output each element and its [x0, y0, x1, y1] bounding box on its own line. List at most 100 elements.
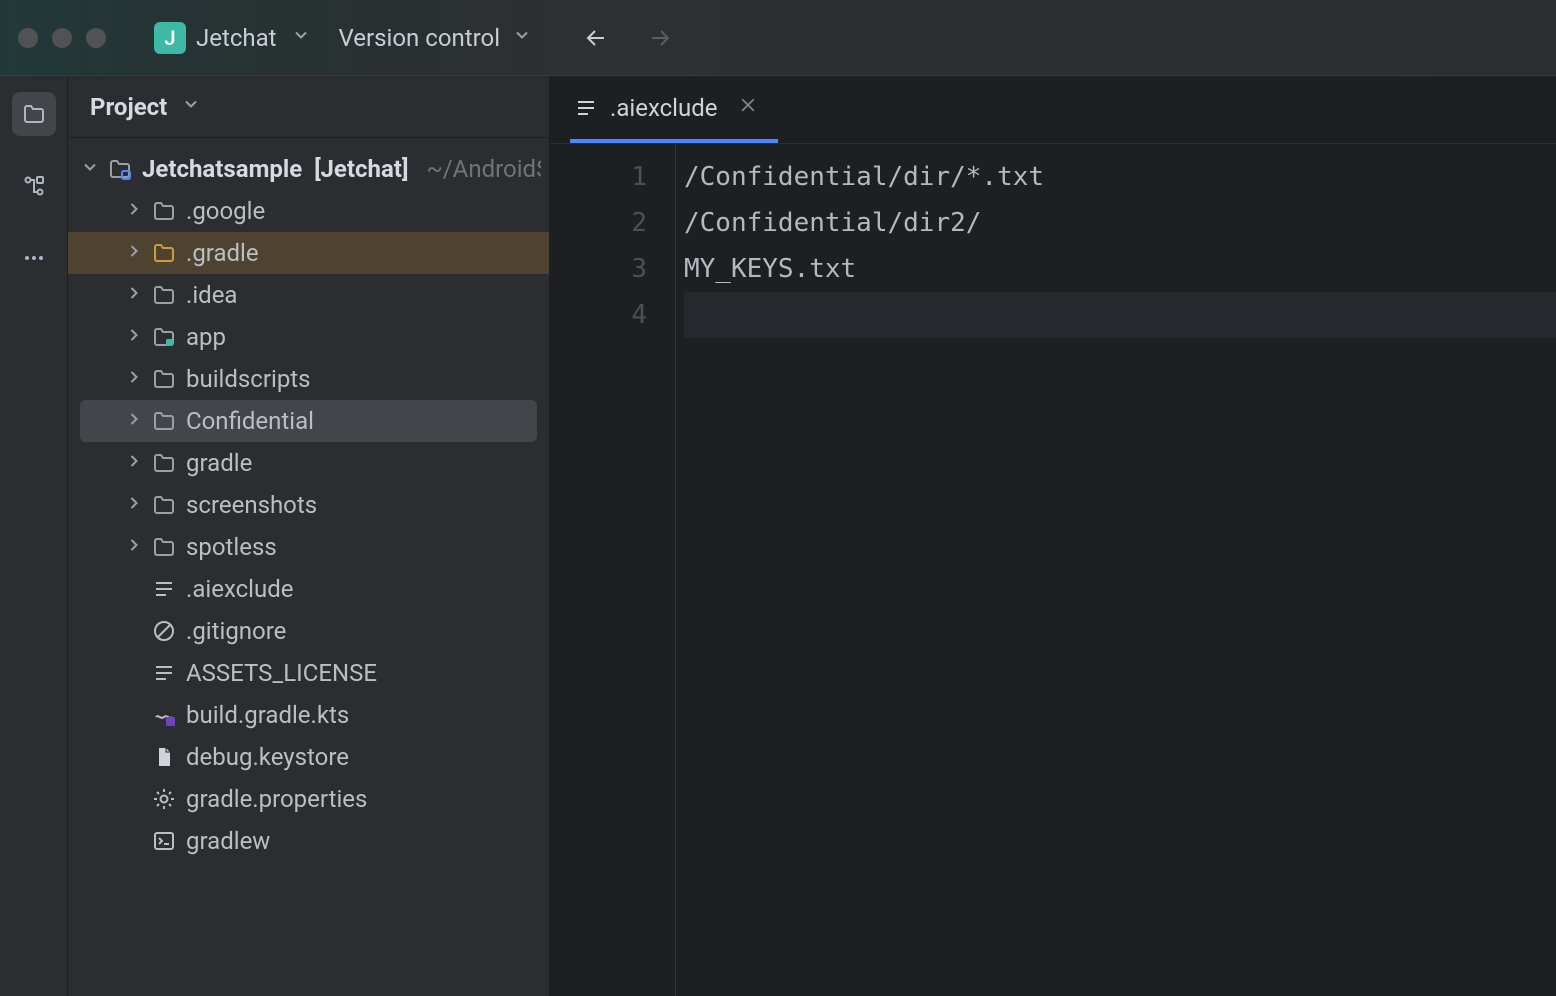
close-window-icon[interactable]: [18, 28, 38, 48]
chevron-right-icon[interactable]: [124, 283, 142, 307]
lines-icon: [152, 577, 176, 601]
tab-label: .aiexclude: [610, 94, 718, 122]
gear-icon: [152, 787, 176, 811]
title-bar: J Jetchat Version control: [0, 0, 1556, 76]
folder-icon: [152, 493, 176, 517]
circle-slash-icon: [152, 619, 176, 643]
project-badge-icon: J: [154, 22, 186, 54]
code-line[interactable]: [684, 292, 1556, 338]
tree-item[interactable]: gradlew: [68, 820, 549, 862]
chevron-right-icon[interactable]: [124, 409, 142, 433]
tree-item-label: gradle: [186, 449, 252, 477]
tree-item[interactable]: app: [68, 316, 549, 358]
kts-icon: [152, 703, 176, 727]
tab-aiexclude[interactable]: .aiexclude: [570, 76, 778, 143]
line-number: 3: [550, 246, 675, 292]
tree-item-label: Confidential: [186, 407, 314, 435]
tree-item-label: debug.keystore: [186, 743, 349, 771]
tree-item-label: buildscripts: [186, 365, 311, 393]
tree-item-label: screenshots: [186, 491, 317, 519]
file-icon: [152, 745, 176, 769]
vcs-menu[interactable]: Version control: [339, 24, 533, 52]
tree-item-label: .google: [186, 197, 265, 225]
folder-icon: [152, 535, 176, 559]
nav-history: [584, 26, 672, 50]
project-tree[interactable]: Jetchatsample [Jetchat] ~/AndroidSt .goo…: [68, 138, 549, 996]
code-line[interactable]: /Confidential/dir2/: [684, 200, 1556, 246]
main-area: Project Jetchatsample [Jetchat] ~/Androi…: [0, 76, 1556, 996]
tree-item[interactable]: debug.keystore: [68, 736, 549, 778]
chevron-right-icon[interactable]: [124, 451, 142, 475]
project-view-label: Project: [90, 93, 167, 121]
more-tool-button[interactable]: [12, 236, 56, 280]
tree-root-label: Jetchatsample [Jetchat] ~/AndroidSt: [142, 155, 541, 183]
tree-item[interactable]: gradle: [68, 442, 549, 484]
chevron-right-icon[interactable]: [124, 199, 142, 223]
tree-item[interactable]: buildscripts: [68, 358, 549, 400]
line-number: 2: [550, 200, 675, 246]
folder-icon: [152, 451, 176, 475]
project-sidebar: Project Jetchatsample [Jetchat] ~/Androi…: [68, 76, 550, 996]
tree-item[interactable]: Confidential: [80, 400, 537, 442]
editor: .aiexclude 1234 /Confidential/dir/*.txt/…: [550, 76, 1556, 996]
chevron-down-icon[interactable]: [80, 157, 98, 181]
tree-item[interactable]: build.gradle.kts: [68, 694, 549, 736]
chevron-right-icon[interactable]: [124, 325, 142, 349]
code-area[interactable]: 1234 /Confidential/dir/*.txt/Confidentia…: [550, 144, 1556, 996]
tree-item-label: gradle.properties: [186, 785, 367, 813]
project-view-switcher[interactable]: Project: [68, 76, 549, 138]
code-line[interactable]: /Confidential/dir/*.txt: [684, 154, 1556, 200]
project-name: Jetchat: [196, 24, 277, 52]
chevron-right-icon[interactable]: [124, 535, 142, 559]
folder-orange-icon: [152, 241, 176, 265]
tree-item-label: app: [186, 323, 226, 351]
tree-item[interactable]: .gradle: [68, 232, 549, 274]
tree-item-label: .gradle: [186, 239, 259, 267]
tree-item-label: .idea: [186, 281, 237, 309]
folder-icon: [152, 409, 176, 433]
chevron-right-icon[interactable]: [124, 493, 142, 517]
chevron-right-icon[interactable]: [124, 241, 142, 265]
vcs-menu-label: Version control: [339, 24, 501, 52]
tree-item[interactable]: .gitignore: [68, 610, 549, 652]
tree-item-label: spotless: [186, 533, 277, 561]
chevron-down-icon: [512, 25, 532, 50]
tree-item-label: ASSETS_LICENSE: [186, 659, 377, 687]
chevron-right-icon[interactable]: [124, 367, 142, 391]
project-switcher[interactable]: J Jetchat: [154, 22, 311, 54]
tree-item[interactable]: spotless: [68, 526, 549, 568]
tree-item[interactable]: .aiexclude: [68, 568, 549, 610]
project-tool-button[interactable]: [12, 92, 56, 136]
tree-item[interactable]: .google: [68, 190, 549, 232]
chevron-down-icon: [291, 25, 311, 50]
module-icon: [152, 325, 176, 349]
tree-root[interactable]: Jetchatsample [Jetchat] ~/AndroidSt: [68, 148, 549, 190]
tree-item-label: .gitignore: [186, 617, 286, 645]
line-number: 1: [550, 154, 675, 200]
line-number: 4: [550, 292, 675, 338]
chevron-down-icon: [181, 94, 201, 119]
project-root-icon: [108, 157, 132, 181]
folder-icon: [152, 367, 176, 391]
tree-item-label: gradlew: [186, 827, 270, 855]
editor-tabs: .aiexclude: [550, 76, 1556, 144]
window-controls: [18, 28, 106, 48]
folder-icon: [152, 199, 176, 223]
gutter: 1234: [550, 144, 676, 996]
close-tab-button[interactable]: [738, 95, 758, 120]
code-content[interactable]: /Confidential/dir/*.txt/Confidential/dir…: [676, 144, 1556, 996]
tool-rail: [0, 76, 68, 996]
minimize-window-icon[interactable]: [52, 28, 72, 48]
lines-icon: [152, 661, 176, 685]
nav-back-button[interactable]: [584, 26, 608, 50]
tree-item[interactable]: gradle.properties: [68, 778, 549, 820]
zoom-window-icon[interactable]: [86, 28, 106, 48]
tree-item[interactable]: screenshots: [68, 484, 549, 526]
tree-item[interactable]: .idea: [68, 274, 549, 316]
folder-icon: [152, 283, 176, 307]
code-line[interactable]: MY_KEYS.txt: [684, 246, 1556, 292]
lines-icon: [574, 96, 598, 120]
structure-tool-button[interactable]: [12, 164, 56, 208]
tree-item[interactable]: ASSETS_LICENSE: [68, 652, 549, 694]
nav-forward-button[interactable]: [648, 26, 672, 50]
